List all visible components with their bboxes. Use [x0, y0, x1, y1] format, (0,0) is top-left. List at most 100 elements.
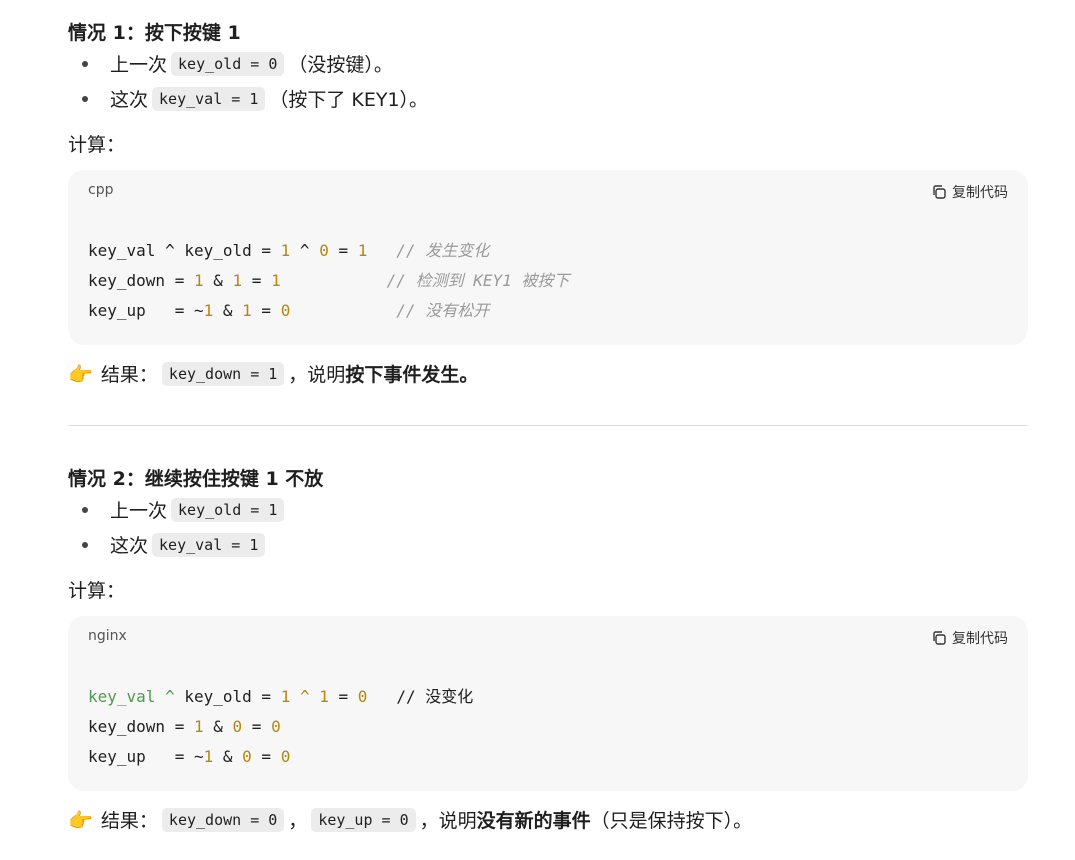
bullet-dot — [82, 60, 88, 67]
code-token: // 没有松开 — [396, 301, 490, 320]
code-token: = — [242, 717, 272, 736]
code-token: 1 — [357, 241, 368, 260]
code-token: = — [328, 687, 358, 706]
code-line: key_down = 1 & 1 = 1 // 检测到 KEY1 被按下 — [88, 266, 569, 296]
copy-icon — [933, 631, 946, 645]
bullet-dot — [82, 541, 88, 548]
bullet-suffix: （按下了 KEY1）。 — [269, 89, 429, 111]
case1-result: 👉 结果： key_down = 1 ，说明 按下事件发生 。 — [68, 360, 478, 387]
code-token: 0 — [319, 241, 329, 260]
bullet-prefix: 上一次 — [110, 54, 168, 76]
case2-code-block: nginx 复制代码 key_val ^ key_old = 1 ^ 1 = 0… — [68, 616, 1028, 791]
code-token: 1 — [280, 687, 291, 706]
bullet-prefix: 这次 — [110, 535, 149, 557]
code-token: 1 — [203, 301, 214, 320]
code-token: = — [251, 747, 281, 766]
bullet-prefix: 上一次 — [110, 500, 168, 522]
code-token: & — [213, 301, 243, 320]
code-token: 1 — [319, 687, 329, 706]
copy-code-label: 复制代码 — [952, 631, 1008, 647]
code-token: 1 — [193, 271, 204, 290]
pointing-hand-icon: 👉 — [68, 807, 93, 832]
code-line: key_up = ~1 & 1 = 0 // 没有松开 — [88, 296, 569, 326]
bullet-dot — [82, 506, 88, 513]
inline-code: key_val = 1 — [152, 86, 266, 111]
code-token: // 没变化 — [396, 687, 474, 706]
inline-code: key_down = 1 — [161, 361, 285, 386]
code-token: key_up = ~ — [88, 301, 204, 320]
code-token: = — [242, 271, 272, 290]
code-token: & — [203, 271, 233, 290]
bullet-suffix: （没按键）。 — [288, 54, 393, 76]
case2-title: 情况 2：继续按住按键 1 不放 — [68, 468, 324, 490]
result-mid: ，说明 — [419, 810, 477, 832]
code-token: 1 — [193, 717, 204, 736]
code-token: 0 — [232, 717, 243, 736]
result-mid: ，说明 — [288, 364, 346, 386]
code-token: 1 — [203, 747, 214, 766]
divider — [68, 425, 1028, 426]
case2-result: 👉 结果： key_down = 0 ， key_up = 0 ，说明 没有新的… — [68, 806, 752, 833]
code-token: 1 — [271, 271, 281, 290]
result-sep: ， — [288, 810, 308, 832]
code-line: key_val ^ key_old = 1 ^ 1 = 0 // 没变化 — [88, 682, 473, 712]
case1-code-block: cpp 复制代码 key_val ^ key_old = 1 ^ 0 = 1 /… — [68, 170, 1028, 345]
case1-calc-label: 计算： — [68, 134, 126, 156]
copy-code-button[interactable]: 复制代码 — [931, 182, 1008, 202]
code-token: 1 — [280, 241, 291, 260]
inline-code: key_old = 1 — [171, 497, 285, 522]
code-line: key_down = 1 & 0 = 0 — [88, 712, 473, 742]
code-token: 0 — [242, 747, 252, 766]
bullet-dot — [82, 95, 88, 102]
code-line: key_val ^ key_old = 1 ^ 0 = 1 // 发生变化 — [88, 236, 569, 266]
code-token: key_val ^ key_old = — [88, 241, 281, 260]
code-language-label: nginx — [88, 628, 127, 644]
case2-bullet-1: 上一次 key_old = 1 — [68, 496, 288, 523]
inline-code: key_down = 0 — [161, 807, 285, 832]
case1-bullet-2: 这次 key_val = 1 （按下了 KEY1）。 — [68, 85, 428, 112]
result-bold: 按下事件发生 — [345, 364, 460, 386]
copy-icon — [933, 185, 946, 199]
code-token: 0 — [280, 301, 291, 320]
code-token: 0 — [280, 747, 291, 766]
inline-code: key_val = 1 — [152, 532, 266, 557]
copy-code-label: 复制代码 — [952, 185, 1008, 201]
code-token: 0 — [357, 687, 368, 706]
inline-code: key_up = 0 — [311, 807, 416, 832]
case1-title: 情况 1：按下按键 1 — [68, 22, 241, 44]
code-token: 1 — [242, 301, 252, 320]
result-suffix: （只是保持按下）。 — [590, 810, 753, 832]
code-language-label: cpp — [88, 182, 114, 198]
code-token: 0 — [271, 717, 281, 736]
code-token: ^ — [290, 241, 320, 260]
pointing-hand-icon: 👉 — [68, 361, 93, 386]
code-token: 1 — [232, 271, 243, 290]
case1-bullet-1: 上一次 key_old = 0 （没按键）。 — [68, 50, 393, 77]
code-token: ^ — [165, 687, 175, 706]
code-token: key_up = ~ — [88, 747, 204, 766]
result-bold: 没有新的事件 — [476, 810, 591, 832]
result-suffix: 。 — [459, 364, 479, 386]
code-line: key_up = ~1 & 0 = 0 — [88, 742, 473, 772]
code-lines: key_val ^ key_old = 1 ^ 1 = 0 // 没变化 key_… — [88, 682, 473, 772]
code-lines: key_val ^ key_old = 1 ^ 0 = 1 // 发生变化 key… — [88, 236, 569, 326]
code-token: key_val — [88, 687, 156, 706]
code-token: & — [213, 747, 243, 766]
code-token: = — [251, 301, 281, 320]
code-token: & — [203, 717, 233, 736]
code-token: = — [328, 241, 358, 260]
code-token: key_down = — [88, 271, 194, 290]
copy-code-button[interactable]: 复制代码 — [931, 628, 1008, 648]
result-prefix: 结果： — [100, 810, 158, 832]
code-token: key_old = — [174, 687, 281, 706]
code-token: ^ — [299, 687, 310, 706]
inline-code: key_old = 0 — [171, 51, 285, 76]
result-prefix: 结果： — [100, 364, 158, 386]
